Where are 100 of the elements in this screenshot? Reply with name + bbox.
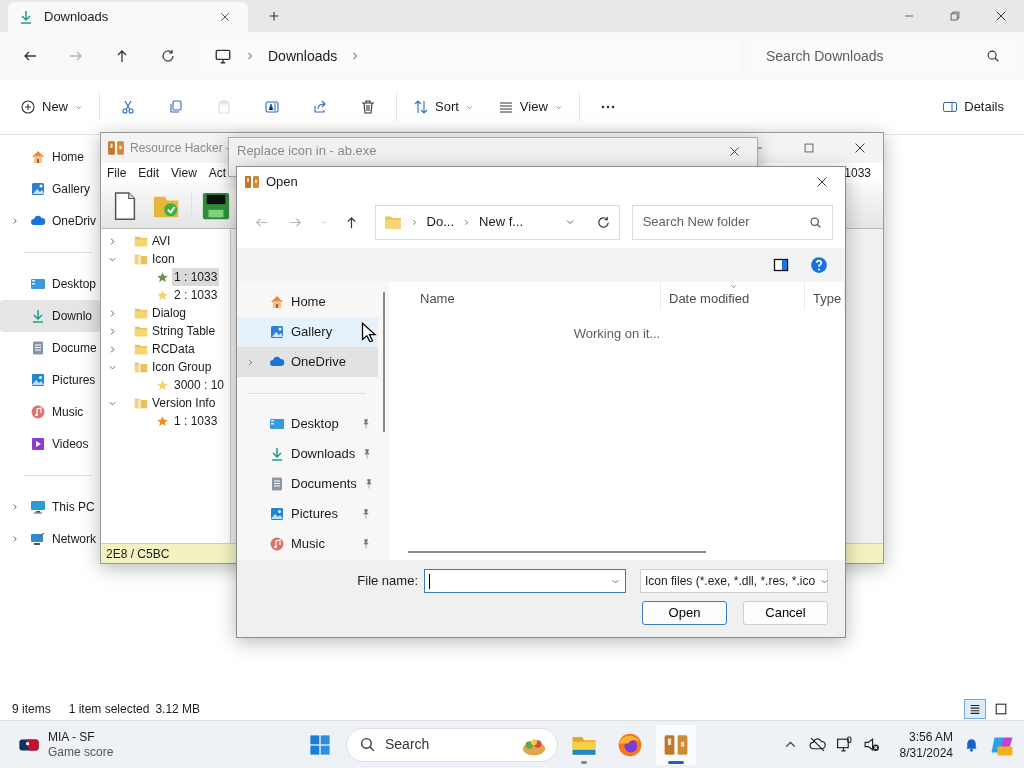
new-button[interactable]: New bbox=[12, 90, 91, 124]
nav-label: Music bbox=[291, 535, 325, 554]
tree-item[interactable]: String Table bbox=[150, 322, 218, 340]
menu-item[interactable]: File bbox=[107, 164, 127, 182]
picture-icon bbox=[269, 506, 285, 522]
nav-label: Downloads bbox=[291, 445, 356, 464]
nav-label: OneDrive bbox=[291, 353, 346, 372]
window-title: Resource Hacker - bbox=[130, 140, 231, 157]
open-button[interactable]: Open bbox=[642, 601, 727, 625]
folder-icon bbox=[134, 252, 148, 266]
tree-item[interactable]: 3000 : 10 bbox=[172, 376, 227, 394]
file-name-field[interactable] bbox=[424, 569, 626, 593]
app-icon bbox=[244, 173, 260, 190]
nav-item[interactable]: Music bbox=[237, 529, 379, 559]
search-field[interactable]: Search New folder bbox=[631, 204, 833, 240]
tree-item[interactable]: 2 : 1033 bbox=[172, 286, 220, 304]
download-arrow-icon bbox=[18, 9, 34, 25]
search-placeholder: Search Downloads bbox=[766, 46, 885, 66]
sidebar-item[interactable]: This PC bbox=[0, 491, 100, 523]
nav-item[interactable]: Pictures bbox=[237, 499, 379, 529]
nav-item[interactable]: Home bbox=[237, 287, 379, 317]
sidebar-item[interactable]: Music bbox=[0, 396, 100, 428]
breadcrumb-item[interactable]: Do... bbox=[426, 212, 454, 232]
clock-date[interactable]: 8/31/2024 bbox=[899, 744, 953, 761]
tree-item[interactable]: Version Info bbox=[150, 394, 218, 412]
sidebar-item[interactable]: Home bbox=[0, 141, 100, 173]
list-icon bbox=[968, 702, 982, 716]
details-view-button[interactable] bbox=[964, 699, 986, 719]
cancel-button[interactable]: Cancel bbox=[743, 601, 828, 625]
breadcrumb-item[interactable]: New f... bbox=[479, 212, 524, 232]
sidebar-item[interactable]: Docume bbox=[0, 332, 100, 364]
tree-item[interactable]: Icon bbox=[150, 250, 177, 268]
refresh-icon[interactable] bbox=[595, 214, 611, 230]
nav-item[interactable]: Desktop bbox=[237, 409, 379, 439]
network-icon bbox=[30, 531, 46, 547]
file-type-dropdown[interactable]: Icon files (*.exe, *.dll, *.res, *.ico bbox=[640, 569, 828, 593]
maximize-icon bbox=[802, 141, 816, 155]
tree-item[interactable]: Dialog bbox=[150, 304, 189, 322]
nav-label: Documents bbox=[291, 475, 357, 494]
monitor-icon[interactable] bbox=[835, 736, 853, 753]
computer-icon bbox=[214, 47, 232, 65]
plus-circle-icon bbox=[20, 99, 36, 115]
widget-title[interactable]: MIA - SF bbox=[48, 729, 114, 745]
column-header[interactable]: Date modified bbox=[661, 282, 805, 310]
menu-item[interactable]: Act bbox=[208, 164, 227, 182]
sidebar-item[interactable]: Downlo bbox=[0, 300, 100, 332]
menu-item[interactable]: View bbox=[171, 164, 197, 182]
tab-title: Downloads bbox=[44, 8, 110, 27]
address-bar[interactable]: Do... New f... bbox=[374, 204, 620, 240]
tree-item[interactable]: 1 : 1033 bbox=[172, 412, 220, 430]
scrollbar-thumb[interactable] bbox=[382, 292, 385, 432]
clock-time[interactable]: 3:56 AM bbox=[899, 728, 953, 745]
column-header[interactable]: Type bbox=[805, 282, 845, 310]
scissors-icon bbox=[120, 99, 136, 115]
tree-item[interactable]: AVI bbox=[150, 232, 173, 250]
nav-label: Desktop bbox=[291, 415, 339, 434]
view-button[interactable]: View bbox=[489, 90, 571, 124]
search-icon bbox=[986, 49, 1000, 63]
clipboard-icon bbox=[216, 99, 232, 115]
bell-icon[interactable] bbox=[963, 736, 980, 753]
document-icon bbox=[30, 340, 46, 356]
sidebar-item[interactable]: Pictures bbox=[0, 364, 100, 396]
menu-item[interactable]: Edit bbox=[138, 164, 160, 182]
folder-icon bbox=[134, 396, 148, 410]
cloud-offline-icon[interactable] bbox=[808, 736, 826, 753]
list-icon bbox=[497, 99, 514, 115]
share-icon bbox=[312, 99, 328, 115]
nav-item[interactable]: Downloads bbox=[237, 439, 379, 469]
tree-item[interactable]: Icon Group bbox=[150, 358, 214, 376]
speaker-muted-icon[interactable] bbox=[862, 736, 880, 753]
sidebar-item[interactable]: Desktop bbox=[0, 268, 100, 300]
tree-item[interactable]: RCData bbox=[150, 340, 197, 358]
minimize-icon bbox=[904, 15, 914, 17]
computer-icon bbox=[30, 499, 46, 515]
music-icon bbox=[269, 536, 285, 552]
dialog-title: Open bbox=[266, 172, 298, 191]
sort-button[interactable]: Sort bbox=[405, 90, 482, 124]
selection-info: 1 item selected bbox=[68, 701, 150, 718]
tree-item[interactable]: 1 : 1033 bbox=[172, 268, 220, 286]
app-button[interactable] bbox=[656, 724, 696, 765]
home-icon bbox=[30, 149, 46, 165]
widget-subtitle: Game score bbox=[48, 744, 114, 760]
nav-item[interactable]: Gallery bbox=[237, 317, 379, 347]
nav-item[interactable]: Documents bbox=[237, 469, 379, 499]
folder-icon bbox=[383, 213, 402, 231]
tab[interactable]: Downloads bbox=[8, 2, 248, 32]
trash-icon bbox=[360, 99, 376, 115]
details-button[interactable]: Details bbox=[934, 90, 1012, 124]
rename-icon bbox=[264, 99, 280, 115]
column-header[interactable]: Name bbox=[389, 282, 661, 310]
sidebar-item[interactable]: Network bbox=[0, 523, 100, 555]
breadcrumb-item[interactable]: Downloads bbox=[268, 45, 338, 67]
sidebar-item[interactable]: OneDriv bbox=[0, 205, 100, 237]
help-icon bbox=[810, 256, 828, 274]
folder-icon bbox=[134, 360, 148, 374]
taskbar-search[interactable]: Search bbox=[346, 727, 558, 762]
sidebar-item[interactable]: Gallery bbox=[0, 173, 100, 205]
scrollbar-thumb[interactable] bbox=[408, 551, 706, 553]
sidebar-item[interactable]: Videos bbox=[0, 428, 100, 460]
nav-item[interactable]: OneDrive bbox=[237, 347, 379, 377]
